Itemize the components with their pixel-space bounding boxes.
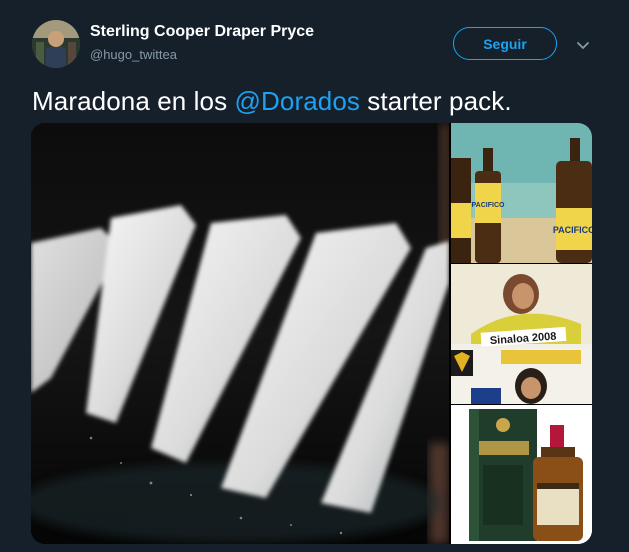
tweet-text-prefix: Maradona en los [32,86,235,116]
media-grid: PACIFICO PACIFICO Sinaloa 2008 [31,123,592,544]
media-photo-sinaloa[interactable]: Sinaloa 2008 [451,264,592,404]
powder-lines-image [31,123,449,544]
sinaloa-image: Sinaloa 2008 [451,264,592,404]
author-avatar[interactable] [32,20,80,68]
whisky-image [451,405,592,544]
author-display-name[interactable]: Sterling Cooper Draper Pryce [90,23,314,41]
tweet-text-suffix: starter pack. [359,86,512,116]
tweet-text: Maradona en los @Dorados starter pack. [32,86,512,117]
media-photo-beer[interactable]: PACIFICO PACIFICO [451,123,592,263]
follow-button[interactable]: Seguir [453,27,557,60]
svg-text:PACIFICO: PACIFICO [472,202,505,209]
svg-text:PACIFICO: PACIFICO [553,225,592,235]
media-photo-main[interactable] [31,123,449,544]
tweet-card: Sterling Cooper Draper Pryce @hugo_twitt… [0,0,629,552]
beer-bottles-image: PACIFICO PACIFICO [451,123,592,263]
avatar-image [32,20,80,68]
chevron-down-icon[interactable] [574,36,592,54]
mention-link[interactable]: @Dorados [235,86,360,116]
author-handle[interactable]: @hugo_twittea [90,47,177,62]
media-photo-whisky[interactable] [451,405,592,544]
